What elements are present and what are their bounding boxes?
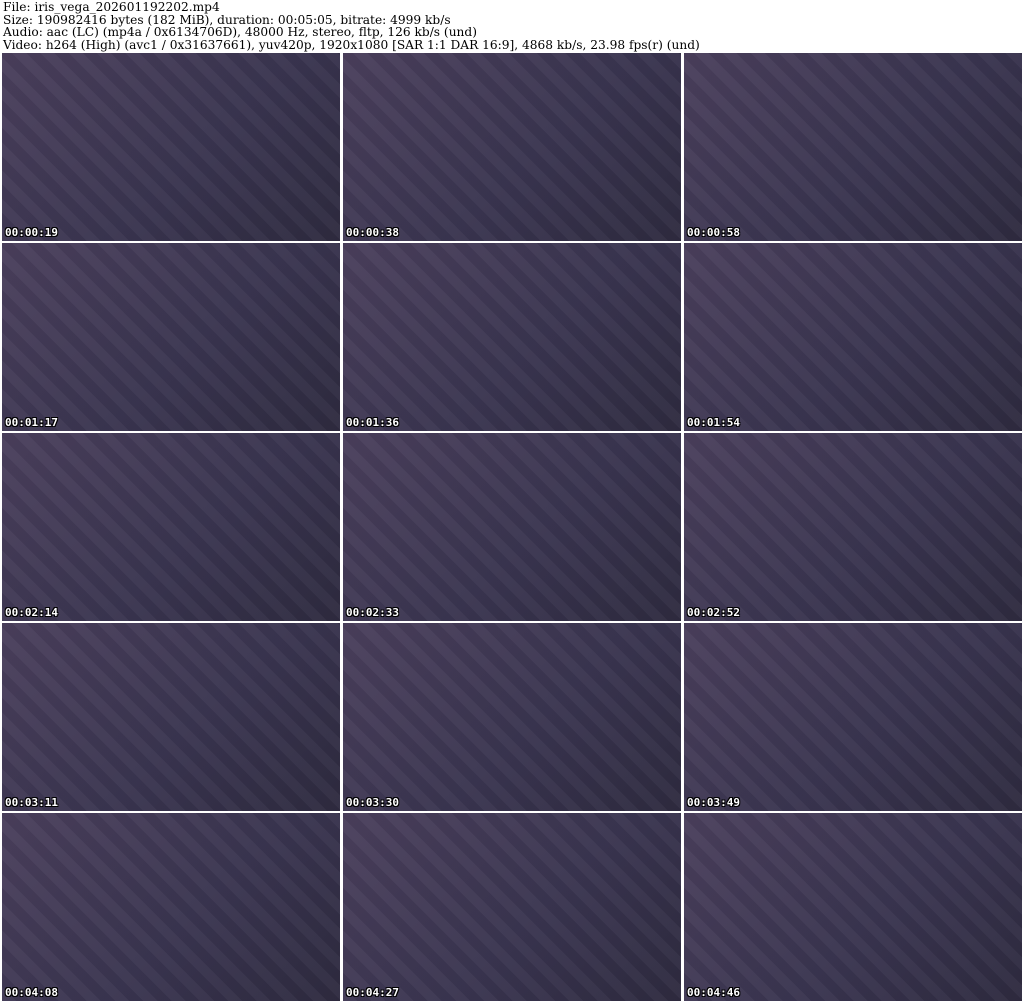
timestamp-label: 00:00:38	[346, 226, 399, 239]
thumbnail-frame: 00:03:11	[2, 623, 340, 811]
timestamp-label: 00:04:27	[346, 986, 399, 999]
audio-info: Audio: aac (LC) (mp4a / 0x6134706D), 480…	[3, 25, 477, 40]
timestamp-label: 00:03:11	[5, 796, 58, 809]
timestamp-label: 00:02:33	[346, 606, 399, 619]
thumbnail-frame: 00:00:19	[2, 53, 340, 241]
timestamp-label: 00:01:54	[687, 416, 740, 429]
thumbnail-frame: 00:01:54	[684, 243, 1022, 431]
timestamp-label: 00:00:58	[687, 226, 740, 239]
thumbnail-frame: 00:02:33	[343, 433, 681, 621]
thumbnail-frame: 00:03:30	[343, 623, 681, 811]
timestamp-label: 00:02:52	[687, 606, 740, 619]
thumbnail-frame: 00:04:46	[684, 813, 1022, 1001]
file-name: File: iris_vega_202601192202.mp4	[3, 0, 220, 14]
thumbnail-frame: 00:00:38	[343, 53, 681, 241]
timestamp-label: 00:03:30	[346, 796, 399, 809]
thumbnail-frame: 00:02:14	[2, 433, 340, 621]
thumbnail-frame: 00:04:08	[2, 813, 340, 1001]
thumbnail-frame: 00:02:52	[684, 433, 1022, 621]
thumbnail-frame: 00:01:36	[343, 243, 681, 431]
timestamp-label: 00:04:08	[5, 986, 58, 999]
video-info: Video: h264 (High) (avc1 / 0x31637661), …	[3, 37, 700, 52]
timestamp-label: 00:04:46	[687, 986, 740, 999]
thumbnail-frame: 00:00:58	[684, 53, 1022, 241]
file-info-header: File: iris_vega_202601192202.mp4 Size: 1…	[3, 1, 1021, 51]
thumbnail-frame: 00:03:49	[684, 623, 1022, 811]
timestamp-label: 00:01:17	[5, 416, 58, 429]
timestamp-label: 00:02:14	[5, 606, 58, 619]
timestamp-label: 00:01:36	[346, 416, 399, 429]
thumbnail-frame: 00:01:17	[2, 243, 340, 431]
thumbnail-frame: 00:04:27	[343, 813, 681, 1001]
thumbnail-grid: 00:00:19 00:00:38 00:00:58 00:01:17 00:0…	[2, 53, 1022, 1001]
timestamp-label: 00:03:49	[687, 796, 740, 809]
timestamp-label: 00:00:19	[5, 226, 58, 239]
